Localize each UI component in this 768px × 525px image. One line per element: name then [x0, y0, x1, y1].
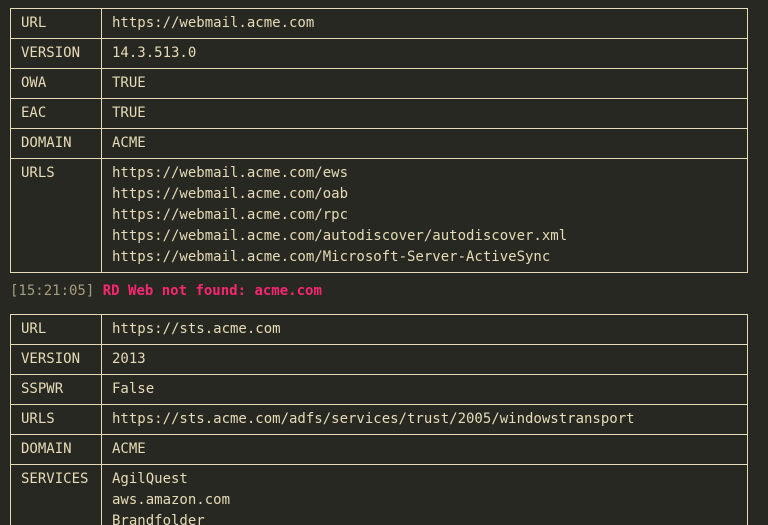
table-row: SERVICESAgilQuestaws.amazon.comBrandfold… [11, 465, 748, 525]
timestamp: [15:21:05] [10, 283, 94, 299]
value-line: https://sts.acme.com/adfs/services/trust… [112, 409, 739, 430]
value-line: https://webmail.acme.com [112, 13, 739, 34]
value-line: https://webmail.acme.com/rpc [112, 205, 739, 226]
field-value: AgilQuestaws.amazon.comBrandfolderUstrea… [102, 465, 748, 525]
value-line: ACME [112, 439, 739, 460]
field-value: https://sts.acme.com [102, 315, 748, 345]
table-row: DOMAIN ACME [11, 435, 748, 465]
table-row: DOMAIN ACME [11, 129, 748, 159]
field-key: URLS [11, 405, 102, 435]
field-value: TRUE [102, 99, 748, 129]
error-message: RD Web not found: acme.com [103, 283, 322, 299]
field-value: TRUE [102, 69, 748, 99]
field-key: VERSION [11, 39, 102, 69]
table-row: URL https://webmail.acme.com [11, 9, 748, 39]
table-row: URLShttps://webmail.acme.com/ewshttps://… [11, 159, 748, 273]
value-line: ACME [112, 133, 739, 154]
value-line: 14.3.513.0 [112, 43, 739, 64]
value-line: TRUE [112, 73, 739, 94]
value-line: https://webmail.acme.com/ews [112, 163, 739, 184]
value-line: False [112, 379, 739, 400]
field-value: 2013 [102, 345, 748, 375]
field-key: URL [11, 315, 102, 345]
table-row: VERSION 2013 [11, 345, 748, 375]
table-row: SSPWR False [11, 375, 748, 405]
value-line: https://webmail.acme.com/oab [112, 184, 739, 205]
field-key: DOMAIN [11, 435, 102, 465]
field-key: EAC [11, 99, 102, 129]
field-key: URLS [11, 159, 102, 273]
value-line: aws.amazon.com [112, 490, 739, 511]
field-value: https://webmail.acme.com/ewshttps://webm… [102, 159, 748, 273]
field-key: URL [11, 9, 102, 39]
terminal-output: URL https://webmail.acme.com VERSION 14.3.5… [0, 8, 768, 525]
field-key: VERSION [11, 345, 102, 375]
field-value: https://webmail.acme.com [102, 9, 748, 39]
table-row: EAC TRUE [11, 99, 748, 129]
field-value: https://sts.acme.com/adfs/services/trust… [102, 405, 748, 435]
value-line: Brandfolder [112, 511, 739, 525]
value-line: AgilQuest [112, 469, 739, 490]
value-line: https://webmail.acme.com/Microsoft-Serve… [112, 247, 739, 268]
table-row: OWA TRUE [11, 69, 748, 99]
field-key: OWA [11, 69, 102, 99]
value-line: https://sts.acme.com [112, 319, 739, 340]
value-line: TRUE [112, 103, 739, 124]
field-key: SERVICES [11, 465, 102, 525]
result-table-webmail: URL https://webmail.acme.com VERSION 14.3.5… [10, 8, 748, 273]
value-line: https://webmail.acme.com/autodiscover/au… [112, 226, 739, 247]
table-row: VERSION 14.3.513.0 [11, 39, 748, 69]
field-value: ACME [102, 129, 748, 159]
result-table-sts: URL https://sts.acme.com VERSION 2013 SSPWR F… [10, 314, 748, 525]
field-value: False [102, 375, 748, 405]
table-row: URLS https://sts.acme.com/adfs/services/t… [11, 405, 748, 435]
field-key: DOMAIN [11, 129, 102, 159]
value-line: 2013 [112, 349, 739, 370]
log-line-rdweb: [15:21:05] RD Web not found: acme.com [0, 277, 768, 306]
field-value: ACME [102, 435, 748, 465]
table-row: URL https://sts.acme.com [11, 315, 748, 345]
field-value: 14.3.513.0 [102, 39, 748, 69]
field-key: SSPWR [11, 375, 102, 405]
